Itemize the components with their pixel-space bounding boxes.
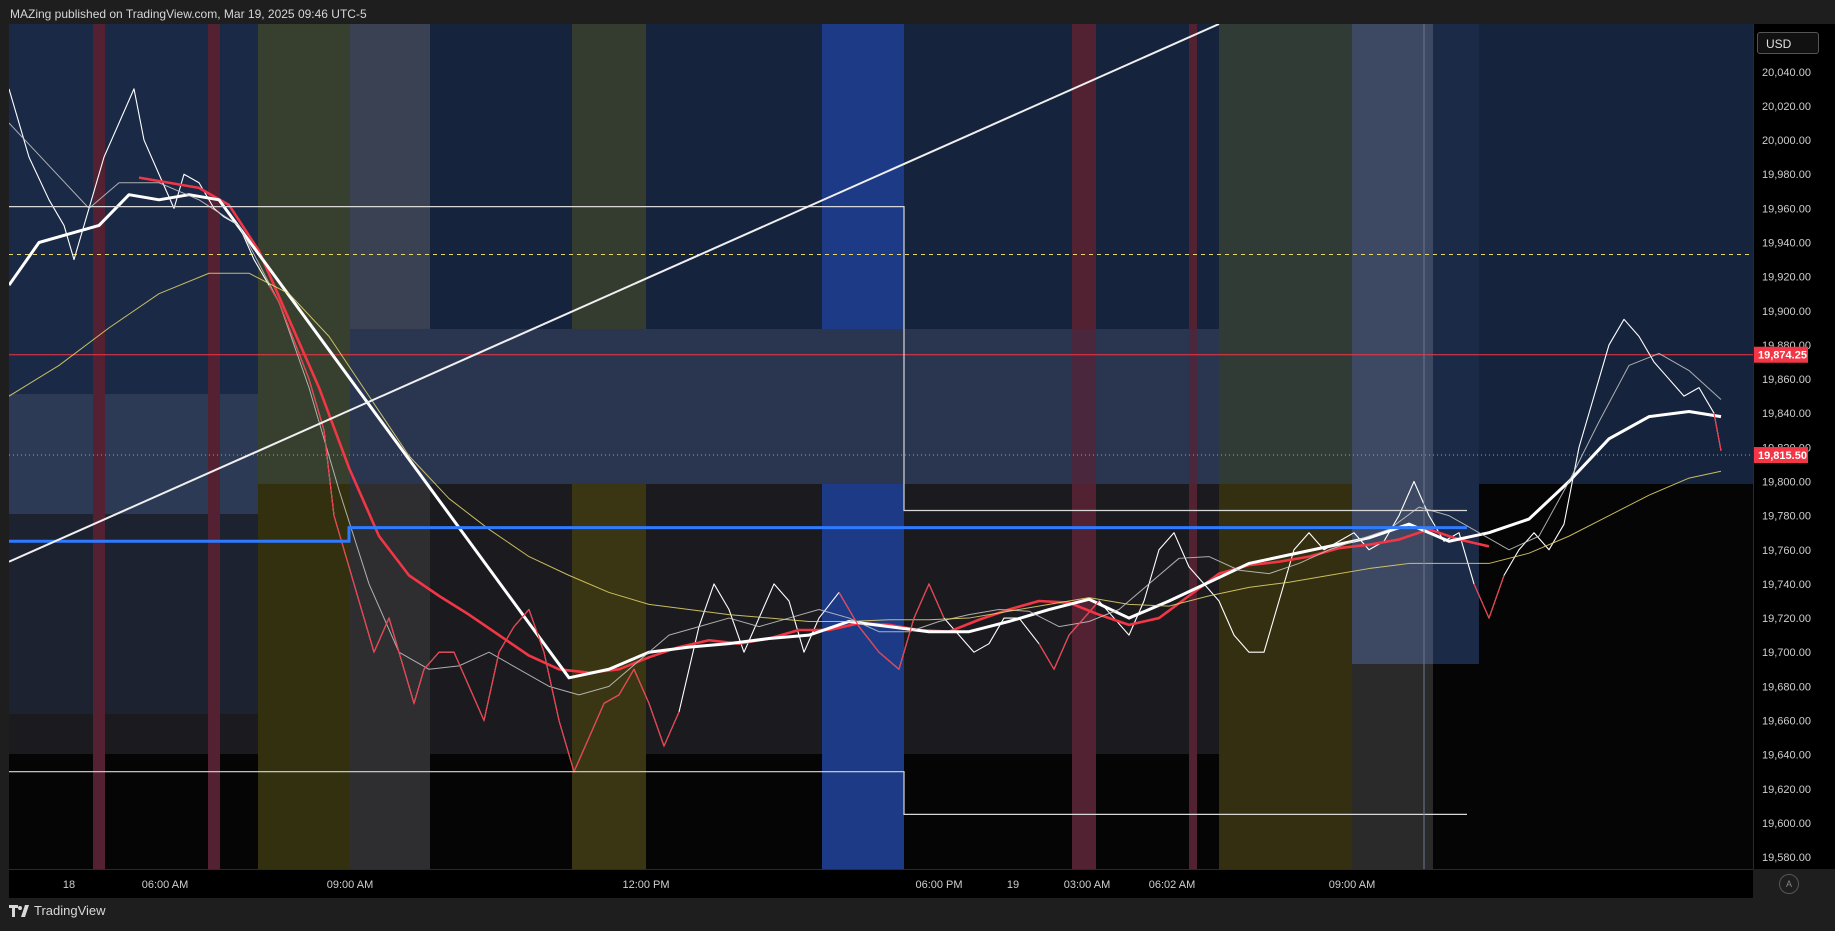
time-tick-label: 19 [1007,879,1019,891]
session-band [258,24,350,484]
session-band [1433,24,1479,664]
price-tick-label: 19,600.00 [1762,818,1811,830]
price-chart[interactable] [9,24,1753,869]
session-band [1352,664,1433,869]
price-axis[interactable]: 20,040.00 20,020.00 20,000.00 19,980.00 19,9… [1753,24,1835,869]
session-band [93,24,105,869]
price-tick-label: 19,940.00 [1762,238,1811,250]
time-tick-label: 06:00 AM [142,879,188,891]
brand-name: TradingView [34,903,106,918]
price-tick-label: 19,980.00 [1762,169,1811,181]
session-band [1072,24,1096,869]
session-band [1189,24,1197,869]
price-tick-label: 19,960.00 [1762,203,1811,215]
price-tick-label: 20,020.00 [1762,101,1811,113]
price-tick-label: 20,000.00 [1762,135,1811,147]
price-label-text: 19,874.25 [1758,350,1807,362]
price-tick-label: 19,700.00 [1762,647,1811,659]
time-tick-label: 18 [63,879,75,891]
footer-brand: TradingView [9,903,106,918]
price-tick-label: 19,580.00 [1762,852,1811,864]
price-axis-labels: 20,040.00 20,020.00 20,000.00 19,980.00 19,9… [1754,67,1811,864]
price-tick-label: 19,640.00 [1762,750,1811,762]
price-tick-label: 19,800.00 [1762,476,1811,488]
price-tick-label: 19,720.00 [1762,613,1811,625]
price-tick-label: 19,840.00 [1762,408,1811,420]
tradingview-logo-icon [9,904,29,917]
price-tick-label: 19,900.00 [1762,306,1811,318]
time-tick-label: 09:00 AM [1329,879,1375,891]
chart-pane[interactable] [9,24,1753,869]
session-band [1352,24,1433,664]
price-tick-label: 19,860.00 [1762,374,1811,386]
session-band [350,484,430,869]
price-label-text: 19,815.50 [1758,450,1807,462]
price-tick-label: 19,740.00 [1762,579,1811,591]
time-tick-label: 06:00 PM [915,879,962,891]
time-tick-label: 03:00 AM [1064,879,1110,891]
currency-button[interactable]: USD [1757,32,1819,54]
auto-scale-button[interactable]: A [1779,874,1799,894]
session-band [572,484,646,869]
time-tick-label: 12:00 PM [622,879,669,891]
price-tick-label: 19,680.00 [1762,681,1811,693]
price-tick-label: 20,040.00 [1762,67,1811,79]
time-tick-label: 09:00 AM [327,879,373,891]
time-axis[interactable]: 18 06:00 AM 09:00 AM 12:00 PM 06:00 PM 19 03:0… [9,869,1753,898]
price-tick-label: 19,660.00 [1762,715,1811,727]
session-band [208,24,220,869]
price-tick-label: 19,780.00 [1762,511,1811,523]
price-tick-label: 19,920.00 [1762,272,1811,284]
price-tick-label: 19,760.00 [1762,545,1811,557]
publisher-line: MAZing published on TradingView.com, Mar… [10,7,367,21]
session-band [1219,484,1352,869]
price-tick-label: 19,620.00 [1762,784,1811,796]
time-axis-labels: 18 06:00 AM 09:00 AM 12:00 PM 06:00 PM 19 03:0… [63,879,1375,891]
time-tick-label: 06:02 AM [1149,879,1195,891]
session-band [9,24,259,394]
